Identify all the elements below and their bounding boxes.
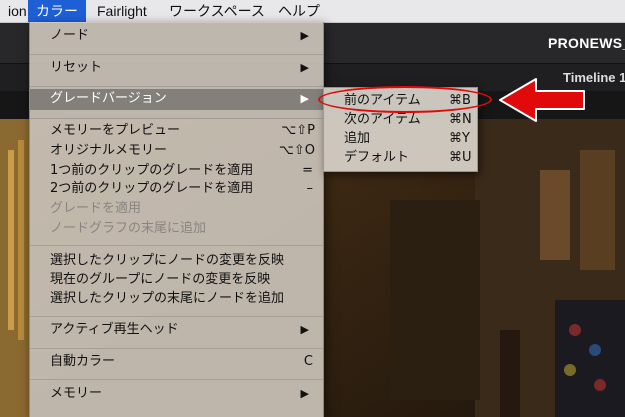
menu-item-node[interactable]: ノード ▶: [30, 26, 323, 46]
submenu-arrow-icon: ▶: [300, 61, 309, 74]
menu-item-apply-grade-1-prev[interactable]: 1つ前のクリップのグレードを適用 =: [30, 161, 323, 181]
shortcut-label: ⌘U: [449, 150, 472, 165]
submenu-arrow-icon: ▶: [300, 387, 309, 400]
submenu-item-label: 追加: [344, 131, 371, 146]
menu-separator: [30, 86, 323, 87]
menu-item-ripple-selected-clips[interactable]: 選択したクリップにノードの変更を反映: [30, 251, 323, 271]
shortcut-label: C: [303, 354, 313, 369]
menu-item-memory[interactable]: メモリー ▶: [30, 384, 323, 404]
menu-item-label: メモリーをプレビュー: [50, 123, 181, 138]
menu-item-grade-version[interactable]: グレードバージョン ▶: [30, 89, 323, 110]
submenu-item-next[interactable]: 次のアイテム ⌘N: [324, 110, 477, 130]
menu-item-label: 選択したクリップの末尾にノードを追加: [50, 291, 285, 306]
menu-separator: [30, 379, 323, 380]
color-menu: ノード ▶ リセット ▶ グレードバージョン ▶ メモリーをプレビュー ⌥⇧P …: [29, 22, 324, 417]
menu-item-ripple-current-group[interactable]: 現在のグループにノードの変更を反映: [30, 270, 323, 290]
menu-item-append-node-selected[interactable]: 選択したクリップの末尾にノードを追加: [30, 289, 323, 309]
menu-item-active-playhead[interactable]: アクティブ再生ヘッド ▶: [30, 320, 323, 340]
submenu-item-label: 次のアイテム: [344, 112, 421, 127]
menubar-item-workspace[interactable]: ワークスペース: [161, 0, 273, 22]
shortcut-label: ⌥⇧P: [281, 123, 315, 138]
submenu-item-add[interactable]: 追加 ⌘Y: [324, 129, 477, 149]
menu-item-apply-grade: グレードを適用: [30, 199, 323, 219]
submenu-arrow-icon: ▶: [300, 92, 309, 105]
shortcut-label: –: [306, 181, 314, 196]
menu-separator: [30, 316, 323, 317]
menu-item-label: ノード: [50, 28, 90, 43]
menu-item-label: 自動カラー: [50, 354, 116, 369]
menu-item-label: 選択したクリップにノードの変更を反映: [50, 253, 285, 268]
menu-item-append-node-graph: ノードグラフの末尾に追加: [30, 219, 323, 239]
menu-item-label: アクティブ再生ヘッド: [50, 322, 179, 337]
menubar: ion カラー Fairlight ワークスペース ヘルプ: [0, 0, 625, 23]
menu-item-preview-memory[interactable]: メモリーをプレビュー ⌥⇧P: [30, 121, 323, 141]
annotation-highlight-ellipse: [318, 86, 492, 113]
menubar-item-help[interactable]: ヘルプ: [270, 0, 328, 22]
submenu-item-label: デフォルト: [344, 150, 410, 165]
menu-item-label: メモリー: [50, 386, 103, 401]
shortcut-label: ⌘N: [449, 112, 472, 127]
menu-item-label: 1つ前のクリップのグレードを適用: [50, 163, 254, 178]
menu-separator: [30, 54, 323, 55]
menu-item-original-memory[interactable]: オリジナルメモリー ⌥⇧O: [30, 141, 323, 161]
menu-item-label: グレードバージョン: [50, 91, 167, 106]
menubar-item-fairlight[interactable]: Fairlight: [89, 0, 155, 22]
menu-separator: [30, 118, 323, 119]
menu-item-apply-grade-2-prev[interactable]: 2つ前のクリップのグレードを適用 –: [30, 179, 323, 199]
project-title: PRONEWS_: [548, 35, 625, 51]
menu-item-label: 2つ前のクリップのグレードを適用: [50, 181, 254, 196]
menu-separator: [30, 348, 323, 349]
shortcut-label: ⌘Y: [449, 131, 470, 146]
shortcut-label: =: [302, 163, 313, 178]
submenu-arrow-icon: ▶: [300, 29, 309, 42]
submenu-item-default[interactable]: デフォルト ⌘U: [324, 148, 477, 168]
menu-item-reset[interactable]: リセット ▶: [30, 58, 323, 78]
menu-item-label: ノードグラフの末尾に追加: [50, 221, 207, 236]
callout-arrow-icon: [499, 78, 585, 122]
menubar-item-color[interactable]: カラー: [28, 0, 86, 22]
menu-item-label: グレードを適用: [50, 201, 142, 216]
menu-separator: [30, 245, 323, 246]
submenu-arrow-icon: ▶: [300, 323, 309, 336]
menu-item-label: リセット: [50, 60, 103, 75]
menu-item-label: オリジナルメモリー: [50, 143, 168, 158]
menu-item-label: 現在のグループにノードの変更を反映: [50, 272, 271, 287]
shortcut-label: ⌥⇧O: [278, 143, 315, 158]
menu-item-auto-color[interactable]: 自動カラー C: [30, 352, 323, 372]
